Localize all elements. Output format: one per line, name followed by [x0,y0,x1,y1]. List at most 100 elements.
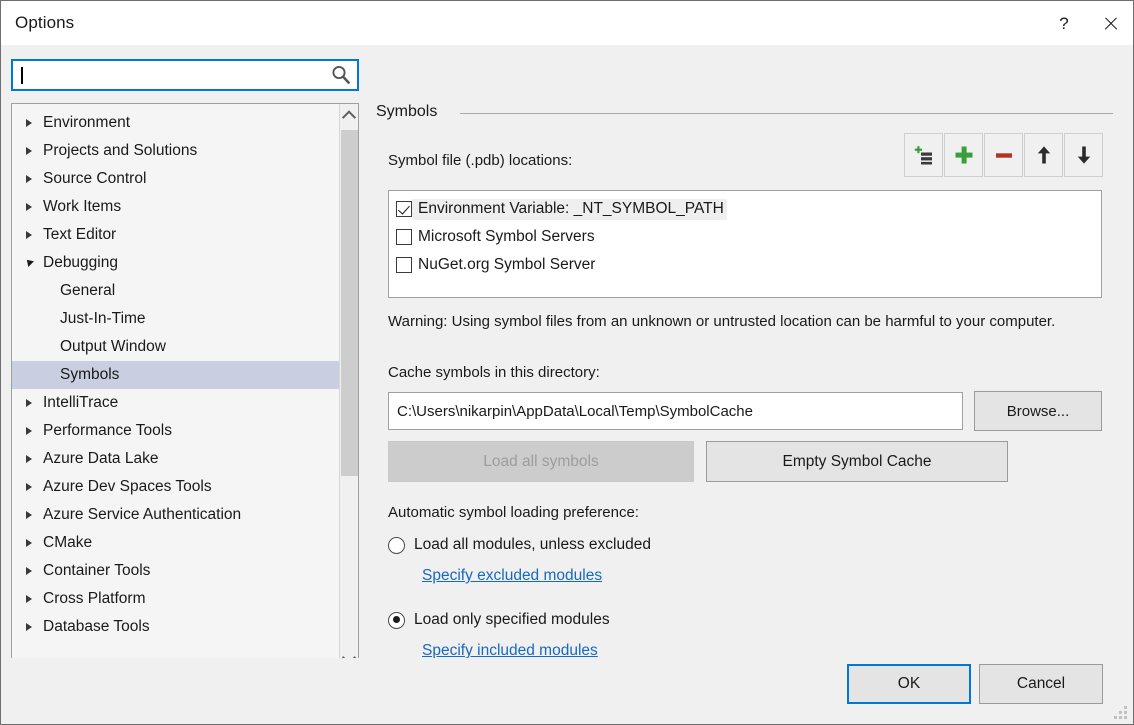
expander-collapsed-icon[interactable] [18,119,40,127]
tree-item-cross-platform[interactable]: Cross Platform [12,585,342,613]
cache-directory-input[interactable]: C:\Users\nikarpin\AppData\Local\Temp\Sym… [388,392,963,430]
checkbox-unchecked-icon[interactable] [396,257,412,273]
radio-load-only-specified-label: Load only specified modules [414,611,610,629]
expander-collapsed-icon[interactable] [18,427,40,435]
symbols-panel: Symbols Symbol file (.pdb) locations: [376,45,1121,658]
expander-collapsed-icon[interactable] [18,231,40,239]
symbol-locations-toolbar [904,133,1103,177]
tree-item-azure-dev-spaces-tools[interactable]: Azure Dev Spaces Tools [12,473,342,501]
tree-item-label: Database Tools [40,618,150,636]
new-location-icon-button[interactable] [904,133,943,177]
tree-item-projects-and-solutions[interactable]: Projects and Solutions [12,137,342,165]
text-caret [21,67,23,84]
radio-load-only-specified[interactable]: Load only specified modules [388,611,610,629]
tree-item-cmake[interactable]: CMake [12,529,342,557]
cancel-button[interactable]: Cancel [979,664,1103,704]
symbol-location-label: Environment Variable: _NT_SYMBOL_PATH [412,199,727,220]
expander-collapsed-icon[interactable] [18,399,40,407]
radio-button-selected-icon [388,612,405,629]
cache-directory-label: Cache symbols in this directory: [388,364,600,381]
tree-item-environment[interactable]: Environment [12,109,342,137]
options-dialog: Options ? [0,0,1134,725]
tree-item-azure-service-authentication[interactable]: Azure Service Authentication [12,501,342,529]
tree-item-database-tools[interactable]: Database Tools [12,613,342,641]
expander-expanded-icon[interactable] [18,260,40,266]
tree-item-work-items[interactable]: Work Items [12,193,342,221]
expander-collapsed-icon[interactable] [18,567,40,575]
tree-item-performance-tools[interactable]: Performance Tools [12,417,342,445]
help-button[interactable]: ? [1041,1,1087,45]
section-header: Symbols [376,103,1113,121]
remove-icon [992,143,1016,167]
remove-button[interactable] [984,133,1023,177]
tree-item-text-editor[interactable]: Text Editor [12,221,342,249]
empty-symbol-cache-button[interactable]: Empty Symbol Cache [706,441,1008,482]
browse-button[interactable]: Browse... [974,391,1102,431]
tree-item-label: Cross Platform [40,590,146,608]
tree-item-output-window[interactable]: Output Window [12,333,342,361]
close-button[interactable] [1087,1,1133,45]
symbol-locations-list[interactable]: Environment Variable: _NT_SYMBOL_PATH Mic… [388,190,1102,298]
symbol-loading-preference-label: Automatic symbol loading preference: [388,504,639,521]
expander-collapsed-icon[interactable] [18,455,40,463]
window-title: Options [15,13,74,33]
title-bar: Options ? [1,1,1133,45]
checkbox-checked-icon[interactable] [396,201,412,217]
tree-item-label: Azure Dev Spaces Tools [40,478,212,496]
radio-load-all-modules[interactable]: Load all modules, unless excluded [388,536,651,554]
expander-collapsed-icon[interactable] [18,203,40,211]
tree-item-label: CMake [40,534,92,552]
expander-collapsed-icon[interactable] [18,483,40,491]
question-mark-icon: ? [1059,15,1068,32]
expander-collapsed-icon[interactable] [18,147,40,155]
expander-collapsed-icon[interactable] [18,175,40,183]
tree-list: EnvironmentProjects and SolutionsSource … [12,104,342,641]
load-all-symbols-button[interactable]: Load all symbols [388,441,694,482]
checkbox-unchecked-icon[interactable] [396,229,412,245]
move-up-icon [1033,144,1055,166]
resize-grip[interactable] [1114,706,1128,720]
symbol-location-row[interactable]: NuGet.org Symbol Server [389,251,1101,279]
symbol-location-row[interactable]: Environment Variable: _NT_SYMBOL_PATH [389,195,1101,223]
radio-button-unselected-icon [388,537,405,554]
tree-scrollbar[interactable] [339,104,358,671]
options-tree[interactable]: EnvironmentProjects and SolutionsSource … [11,103,359,672]
specify-excluded-modules-link[interactable]: Specify excluded modules [422,567,602,585]
scrollbar-thumb[interactable] [341,130,358,476]
move-down-icon [1073,144,1095,166]
tree-item-intellitrace[interactable]: IntelliTrace [12,389,342,417]
tree-item-label: Symbols [12,366,119,384]
page-title: Symbols [376,103,437,121]
tree-item-debugging[interactable]: Debugging [12,249,342,277]
dialog-body: EnvironmentProjects and SolutionsSource … [1,45,1133,658]
tree-item-label: General [12,282,115,300]
move-up-button[interactable] [1024,133,1063,177]
tree-item-label: Work Items [40,198,121,216]
tree-item-just-in-time[interactable]: Just-In-Time [12,305,342,333]
title-bar-buttons: ? [1041,1,1133,45]
move-down-button[interactable] [1064,133,1103,177]
warning-text: Warning: Using symbol files from an unkn… [388,309,1088,334]
expander-collapsed-icon[interactable] [18,595,40,603]
add-button[interactable] [944,133,983,177]
footer-buttons: OK Cancel [843,662,1103,706]
expander-collapsed-icon[interactable] [18,539,40,547]
tree-item-container-tools[interactable]: Container Tools [12,557,342,585]
tree-item-label: Performance Tools [40,422,172,440]
header-divider [460,113,1113,114]
symbol-location-row[interactable]: Microsoft Symbol Servers [389,223,1101,251]
ok-button[interactable]: OK [847,664,971,704]
tree-item-label: Azure Data Lake [40,450,158,468]
search-box[interactable] [11,59,359,91]
scroll-up-button[interactable] [340,104,358,128]
expander-collapsed-icon[interactable] [18,511,40,519]
tree-item-azure-data-lake[interactable]: Azure Data Lake [12,445,342,473]
radio-load-all-modules-label: Load all modules, unless excluded [414,536,651,554]
tree-item-label: IntelliTrace [40,394,118,412]
expander-collapsed-icon[interactable] [18,623,40,631]
add-icon [952,143,976,167]
tree-item-general[interactable]: General [12,277,342,305]
tree-item-symbols[interactable]: Symbols [12,361,342,389]
left-column [11,59,359,91]
tree-item-source-control[interactable]: Source Control [12,165,342,193]
